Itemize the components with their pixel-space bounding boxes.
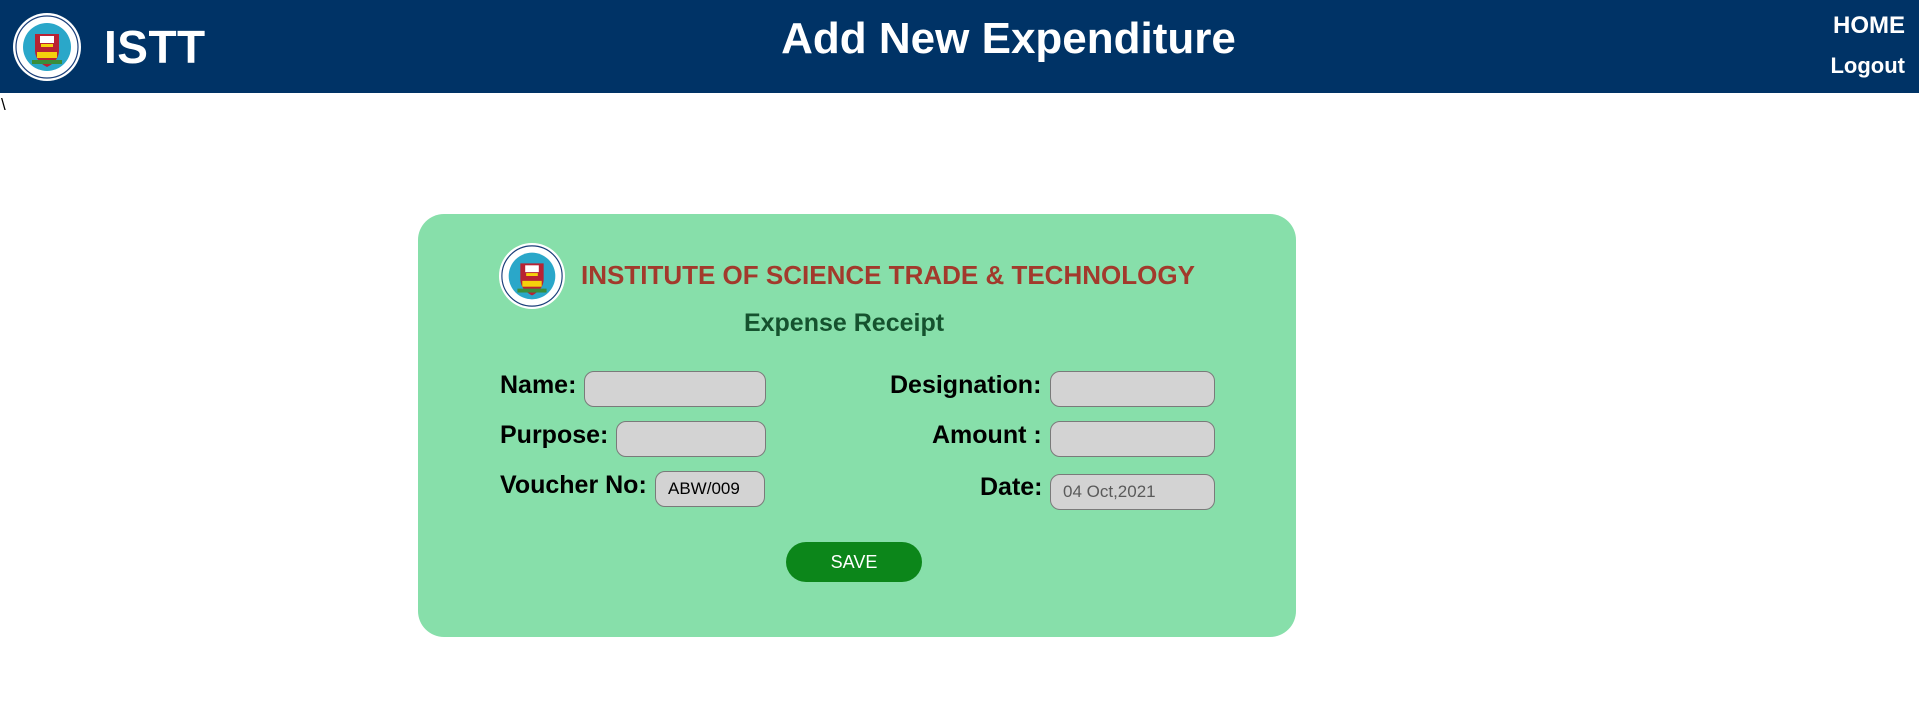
name-field[interactable] xyxy=(584,371,766,407)
header-nav: HOME Logout xyxy=(1830,10,1905,81)
logout-link[interactable]: Logout xyxy=(1830,51,1905,81)
home-link[interactable]: HOME xyxy=(1830,10,1905,42)
expense-receipt-card: INSTITUTE OF SCIENCE TRADE & TECHNOLOGY … xyxy=(418,214,1296,637)
top-navbar: ISTT Add New Expenditure HOME Logout xyxy=(0,0,1919,93)
institute-name: INSTITUTE OF SCIENCE TRADE & TECHNOLOGY xyxy=(581,260,1195,290)
purpose-field[interactable] xyxy=(616,421,766,457)
name-label: Name: xyxy=(500,371,577,399)
designation-label: Designation: xyxy=(890,371,1042,399)
amount-label: Amount : xyxy=(932,421,1042,449)
date-field[interactable] xyxy=(1050,474,1215,510)
amount-field[interactable] xyxy=(1050,421,1215,457)
designation-field[interactable] xyxy=(1050,371,1215,407)
stray-text: \ xyxy=(1,95,6,114)
page-title: Add New Expenditure xyxy=(781,14,1236,63)
receipt-title: Expense Receipt xyxy=(743,309,945,337)
institute-logo-icon xyxy=(498,242,566,310)
voucher-no-label: Voucher No: xyxy=(500,471,647,499)
purpose-label: Purpose: xyxy=(500,421,609,449)
save-button[interactable]: SAVE xyxy=(786,542,922,582)
voucher-no-field[interactable] xyxy=(655,471,765,507)
date-label: Date: xyxy=(980,473,1043,501)
